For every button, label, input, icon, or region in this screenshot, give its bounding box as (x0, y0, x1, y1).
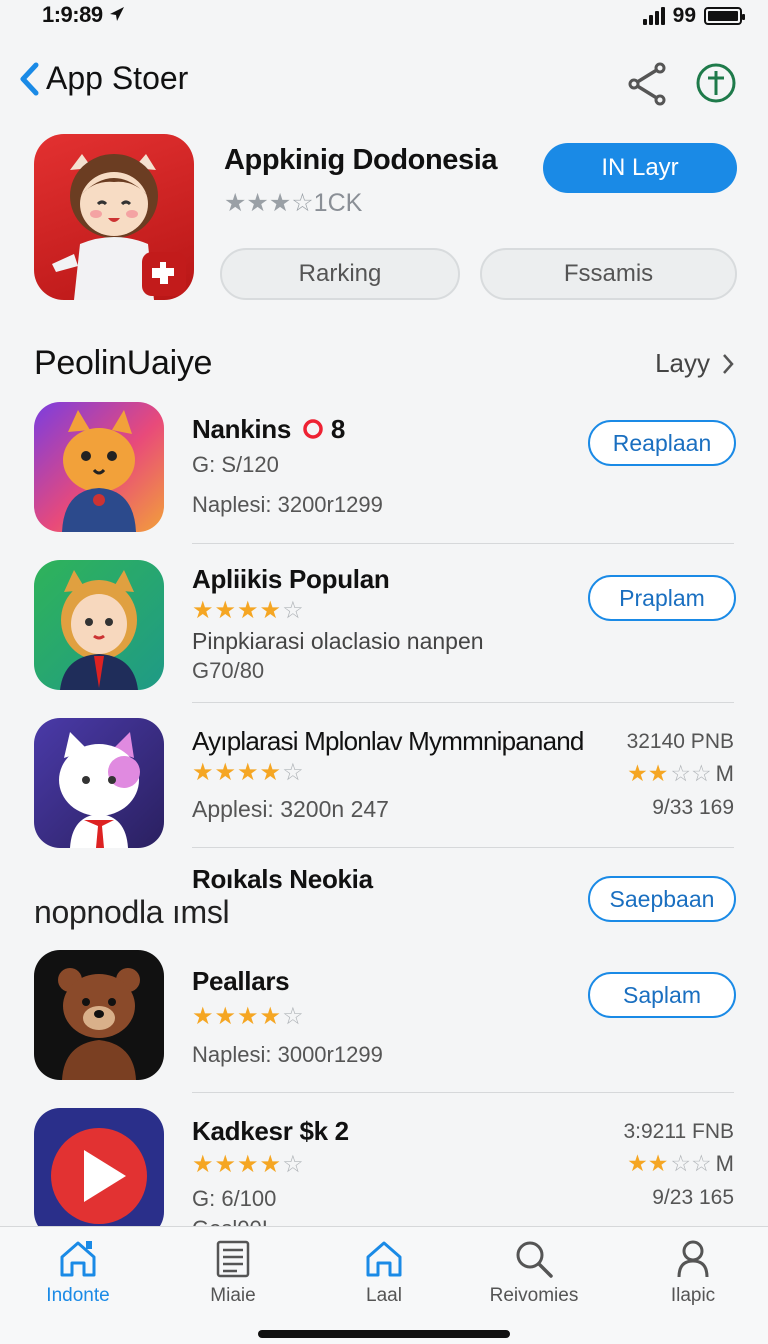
tab-list[interactable]: Miaie (168, 1237, 298, 1307)
add-circle-icon[interactable] (695, 62, 737, 104)
tab-bar: Indonte Miaie Laal Reivomies Ilapic (0, 1226, 768, 1344)
app-meta: Naplesi: 3200r1299 (192, 492, 383, 517)
app-icon (34, 950, 164, 1080)
app-meta: Pinpkiarasi olaclasio nanpen (192, 628, 484, 654)
tab-label: Reivomies (489, 1285, 579, 1306)
divider (192, 847, 734, 848)
rating-stars: ★★★★☆ (192, 1151, 305, 1178)
app-action-button[interactable]: Praplam (588, 575, 736, 621)
featured-app-icon (34, 134, 194, 300)
list-icon (216, 1240, 250, 1278)
chevron-left-icon (20, 62, 39, 95)
featured-app-title: Appkinig Dodonesia (224, 144, 498, 176)
featured-app: Appkinig Dodonesia ★★★☆ 1CK IN Layr Rark… (0, 130, 768, 310)
app-date: 9/23 165 (652, 1186, 734, 1209)
divider (192, 702, 734, 703)
tab-label: Miaie (210, 1285, 256, 1306)
divider (192, 1092, 734, 1093)
see-all-label: Layy (655, 348, 710, 378)
nav-bar: App Stoer (0, 58, 768, 108)
tab-profile[interactable]: Ilapic (628, 1237, 758, 1307)
back-label: App Stoer (46, 60, 189, 96)
secondary-rating-suffix: M (715, 760, 734, 786)
app-meta: G: 6/100 (192, 1186, 277, 1211)
rating-stars: ★★★☆ (224, 189, 314, 217)
app-icon (34, 560, 164, 690)
rating-stars: ★★★★☆ (192, 759, 305, 786)
overlay-caption: nopnodla ımsl (34, 894, 230, 930)
app-name: Roıkals Neokia (192, 864, 373, 894)
tab-label: Ilapic (670, 1285, 716, 1306)
record-icon (303, 419, 323, 439)
app-icon (34, 402, 164, 532)
app-meta: G: S/120 (192, 452, 279, 477)
app-action-button[interactable]: Saepbaan (588, 876, 736, 922)
home-icon (60, 1241, 96, 1277)
person-icon (677, 1240, 709, 1278)
app-name: Kadkesr $k 2 (192, 1116, 349, 1146)
app-action-button[interactable]: Reaplaan (588, 420, 736, 466)
app-name-suffix: 8 (330, 414, 346, 444)
divider (192, 543, 734, 544)
secondary-rating-suffix: M (715, 1150, 734, 1176)
app-meta: Naplesi: 3000r1299 (192, 1042, 383, 1067)
house-icon (366, 1241, 402, 1277)
status-time: 1:9:89 (42, 2, 126, 28)
app-date: 9/33 169 (652, 796, 734, 819)
see-all-link[interactable]: Layy (655, 348, 734, 379)
app-meta: Applesi: 3200n 247 (192, 796, 389, 822)
chevron-right-icon (723, 353, 734, 374)
tab-search[interactable]: Reivomies (469, 1237, 599, 1307)
secondary-rating: ★★ ☆☆ M (627, 1150, 734, 1176)
app-action-button[interactable]: Saplam (588, 972, 736, 1018)
app-size: 3:9211 FNB (623, 1120, 734, 1143)
app-meta: G70/80 (192, 658, 265, 683)
status-right: 99 (642, 4, 745, 28)
app-name: Peallars (192, 966, 290, 996)
featured-app-rating: ★★★☆ 1CK (224, 188, 362, 218)
status-bar: 1:9:89 99 (0, 0, 768, 30)
rating-stars: ★★★★☆ (192, 1003, 305, 1030)
rating-stars: ★★★★☆ (192, 597, 305, 624)
app-name: Ayıplarasi Mplonlav Mymmnipanand (192, 726, 584, 756)
ranking-button[interactable]: Rarking (220, 248, 460, 300)
get-button[interactable]: IN Layr (543, 143, 737, 193)
app-name: Nankins 8 (192, 414, 345, 445)
app-icon (34, 1108, 164, 1238)
signal-icon (642, 7, 665, 25)
tab-local[interactable]: Laal (319, 1237, 449, 1307)
search-icon (516, 1241, 553, 1278)
app-size: 32140 PNB (626, 730, 734, 753)
tab-label: Laal (366, 1285, 402, 1306)
app-name-text: Nankins (192, 414, 292, 444)
section-title: PeolinUaiye (34, 344, 213, 382)
location-arrow-icon (110, 7, 125, 21)
battery-percent: 99 (672, 4, 696, 27)
rating-count: 1CK (313, 188, 363, 217)
back-button[interactable]: App Stoer (18, 60, 188, 97)
tab-label: Indonte (46, 1285, 110, 1306)
share-icon[interactable] (626, 62, 668, 106)
features-button[interactable]: Fssamis (480, 248, 737, 300)
app-name: Apliikis Populan (192, 564, 390, 594)
status-time-text: 1:9:89 (42, 2, 103, 27)
app-icon (34, 718, 164, 848)
secondary-rating: ★★ ☆☆ M (627, 760, 734, 786)
home-indicator (258, 1330, 510, 1338)
battery-icon (704, 7, 745, 25)
tab-today[interactable]: Indonte (13, 1237, 143, 1307)
